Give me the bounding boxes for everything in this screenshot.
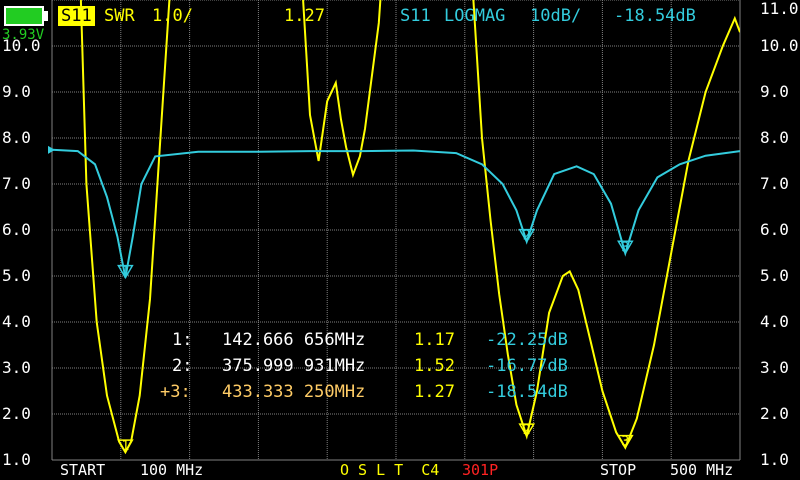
trace2-format[interactable]: LOGMAG bbox=[444, 6, 505, 26]
marker-logmag: -18.54dB bbox=[486, 382, 568, 402]
trace2-scale[interactable]: 10dB/ bbox=[530, 6, 581, 26]
battery-icon bbox=[4, 6, 44, 26]
sweep-chart: 1 1 2 2 3 3 bbox=[48, 0, 741, 461]
marker-label: 1 bbox=[121, 265, 129, 280]
y-label-left: 5.0 bbox=[2, 266, 31, 285]
y-label-right: 11.0 bbox=[760, 0, 799, 18]
marker-id[interactable]: +3: bbox=[160, 382, 191, 402]
start-value[interactable]: 100 MHz bbox=[140, 461, 203, 479]
y-label-left: 3.0 bbox=[2, 358, 31, 377]
y-label-left: 6.0 bbox=[2, 220, 31, 239]
y-label-right: 3.0 bbox=[760, 358, 789, 377]
calibration-status[interactable]: O S L T C4 bbox=[340, 461, 439, 479]
trace1-format[interactable]: SWR bbox=[104, 6, 135, 26]
battery-tip bbox=[44, 11, 48, 21]
stop-value[interactable]: 500 MHz bbox=[670, 461, 733, 479]
marker-label: 3 bbox=[621, 435, 629, 450]
trace1-scale[interactable]: 1.0/ bbox=[152, 6, 193, 26]
y-label-left: 10.0 bbox=[2, 36, 41, 55]
marker-swr: 1.52 bbox=[414, 356, 455, 376]
marker-freq: 375.999 931MHz bbox=[222, 356, 366, 376]
y-label-right: 5.0 bbox=[760, 266, 789, 285]
marker-swr: 1.17 bbox=[414, 330, 455, 350]
marker-label: 2 bbox=[523, 423, 531, 438]
marker-freq: 433.333 250MHz bbox=[222, 382, 366, 402]
trace2-channel[interactable]: S11 bbox=[400, 6, 431, 26]
marker-label: 1 bbox=[121, 439, 129, 454]
y-label-right: 8.0 bbox=[760, 128, 789, 147]
y-label-left: 9.0 bbox=[2, 82, 31, 101]
y-label-left: 8.0 bbox=[2, 128, 31, 147]
marker-logmag: -16.77dB bbox=[486, 356, 568, 376]
y-label-left: 1.0 bbox=[2, 450, 31, 469]
y-label-right: 10.0 bbox=[760, 36, 799, 55]
y-label-right: 1.0 bbox=[760, 450, 789, 469]
marker-id[interactable]: 1: bbox=[172, 330, 192, 350]
y-label-left: 2.0 bbox=[2, 404, 31, 423]
marker-swr: 1.27 bbox=[414, 382, 455, 402]
trace1-channel[interactable]: S11 bbox=[58, 6, 95, 26]
marker-logmag: -22.25dB bbox=[486, 330, 568, 350]
marker-label: 3 bbox=[621, 240, 629, 255]
y-label-left: 4.0 bbox=[2, 312, 31, 331]
y-label-right: 7.0 bbox=[760, 174, 789, 193]
trace1-value: 1.27 bbox=[284, 6, 325, 26]
marker-freq: 142.666 656MHz bbox=[222, 330, 366, 350]
stop-label[interactable]: STOP bbox=[600, 461, 636, 479]
marker-label: 2 bbox=[523, 229, 531, 244]
y-label-right: 2.0 bbox=[760, 404, 789, 423]
y-label-right: 4.0 bbox=[760, 312, 789, 331]
vna-screen: 112233 3.93V S11 SWR 1.0/ 1.27 S11 LOGMA… bbox=[0, 0, 800, 480]
marker-id[interactable]: 2: bbox=[172, 356, 192, 376]
trace2-value: -18.54dB bbox=[614, 6, 696, 26]
y-label-left: 7.0 bbox=[2, 174, 31, 193]
sweep-points[interactable]: 301P bbox=[462, 461, 498, 479]
y-label-right: 9.0 bbox=[760, 82, 789, 101]
start-label[interactable]: START bbox=[60, 461, 105, 479]
y-label-right: 6.0 bbox=[760, 220, 789, 239]
